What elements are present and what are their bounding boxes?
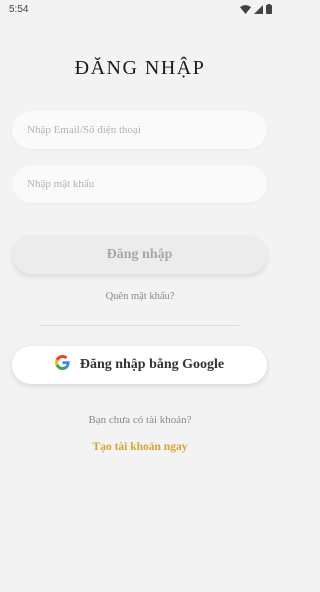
login-button[interactable]: Đăng nhập	[12, 235, 267, 274]
page-title: ĐĂNG NHẬP	[74, 57, 206, 79]
google-icon	[54, 355, 70, 375]
status-bar: 5:54	[0, 0, 280, 20]
email-field[interactable]	[12, 111, 267, 149]
password-input[interactable]	[12, 165, 267, 203]
google-login-button[interactable]: Đăng nhập bằng Google	[12, 346, 267, 384]
email-input[interactable]	[12, 111, 267, 149]
password-field[interactable]	[12, 165, 267, 203]
status-icons	[240, 4, 272, 14]
divider	[40, 325, 239, 326]
create-account-link[interactable]: Tạo tài khoản ngay	[0, 441, 280, 453]
signal-icon	[254, 4, 263, 14]
status-time: 5:54	[9, 4, 29, 15]
google-login-label: Đăng nhập bằng Google	[79, 357, 225, 372]
login-screen: 5:54 ĐĂNG NHẬP Đăng nhập Quên mật khẩu?	[0, 0, 280, 592]
battery-icon	[266, 4, 272, 14]
wifi-icon	[240, 4, 251, 14]
no-account-text: Bạn chưa có tài khoản?	[88, 414, 192, 426]
forgot-password-link[interactable]: Quên mật khẩu?	[0, 291, 280, 302]
